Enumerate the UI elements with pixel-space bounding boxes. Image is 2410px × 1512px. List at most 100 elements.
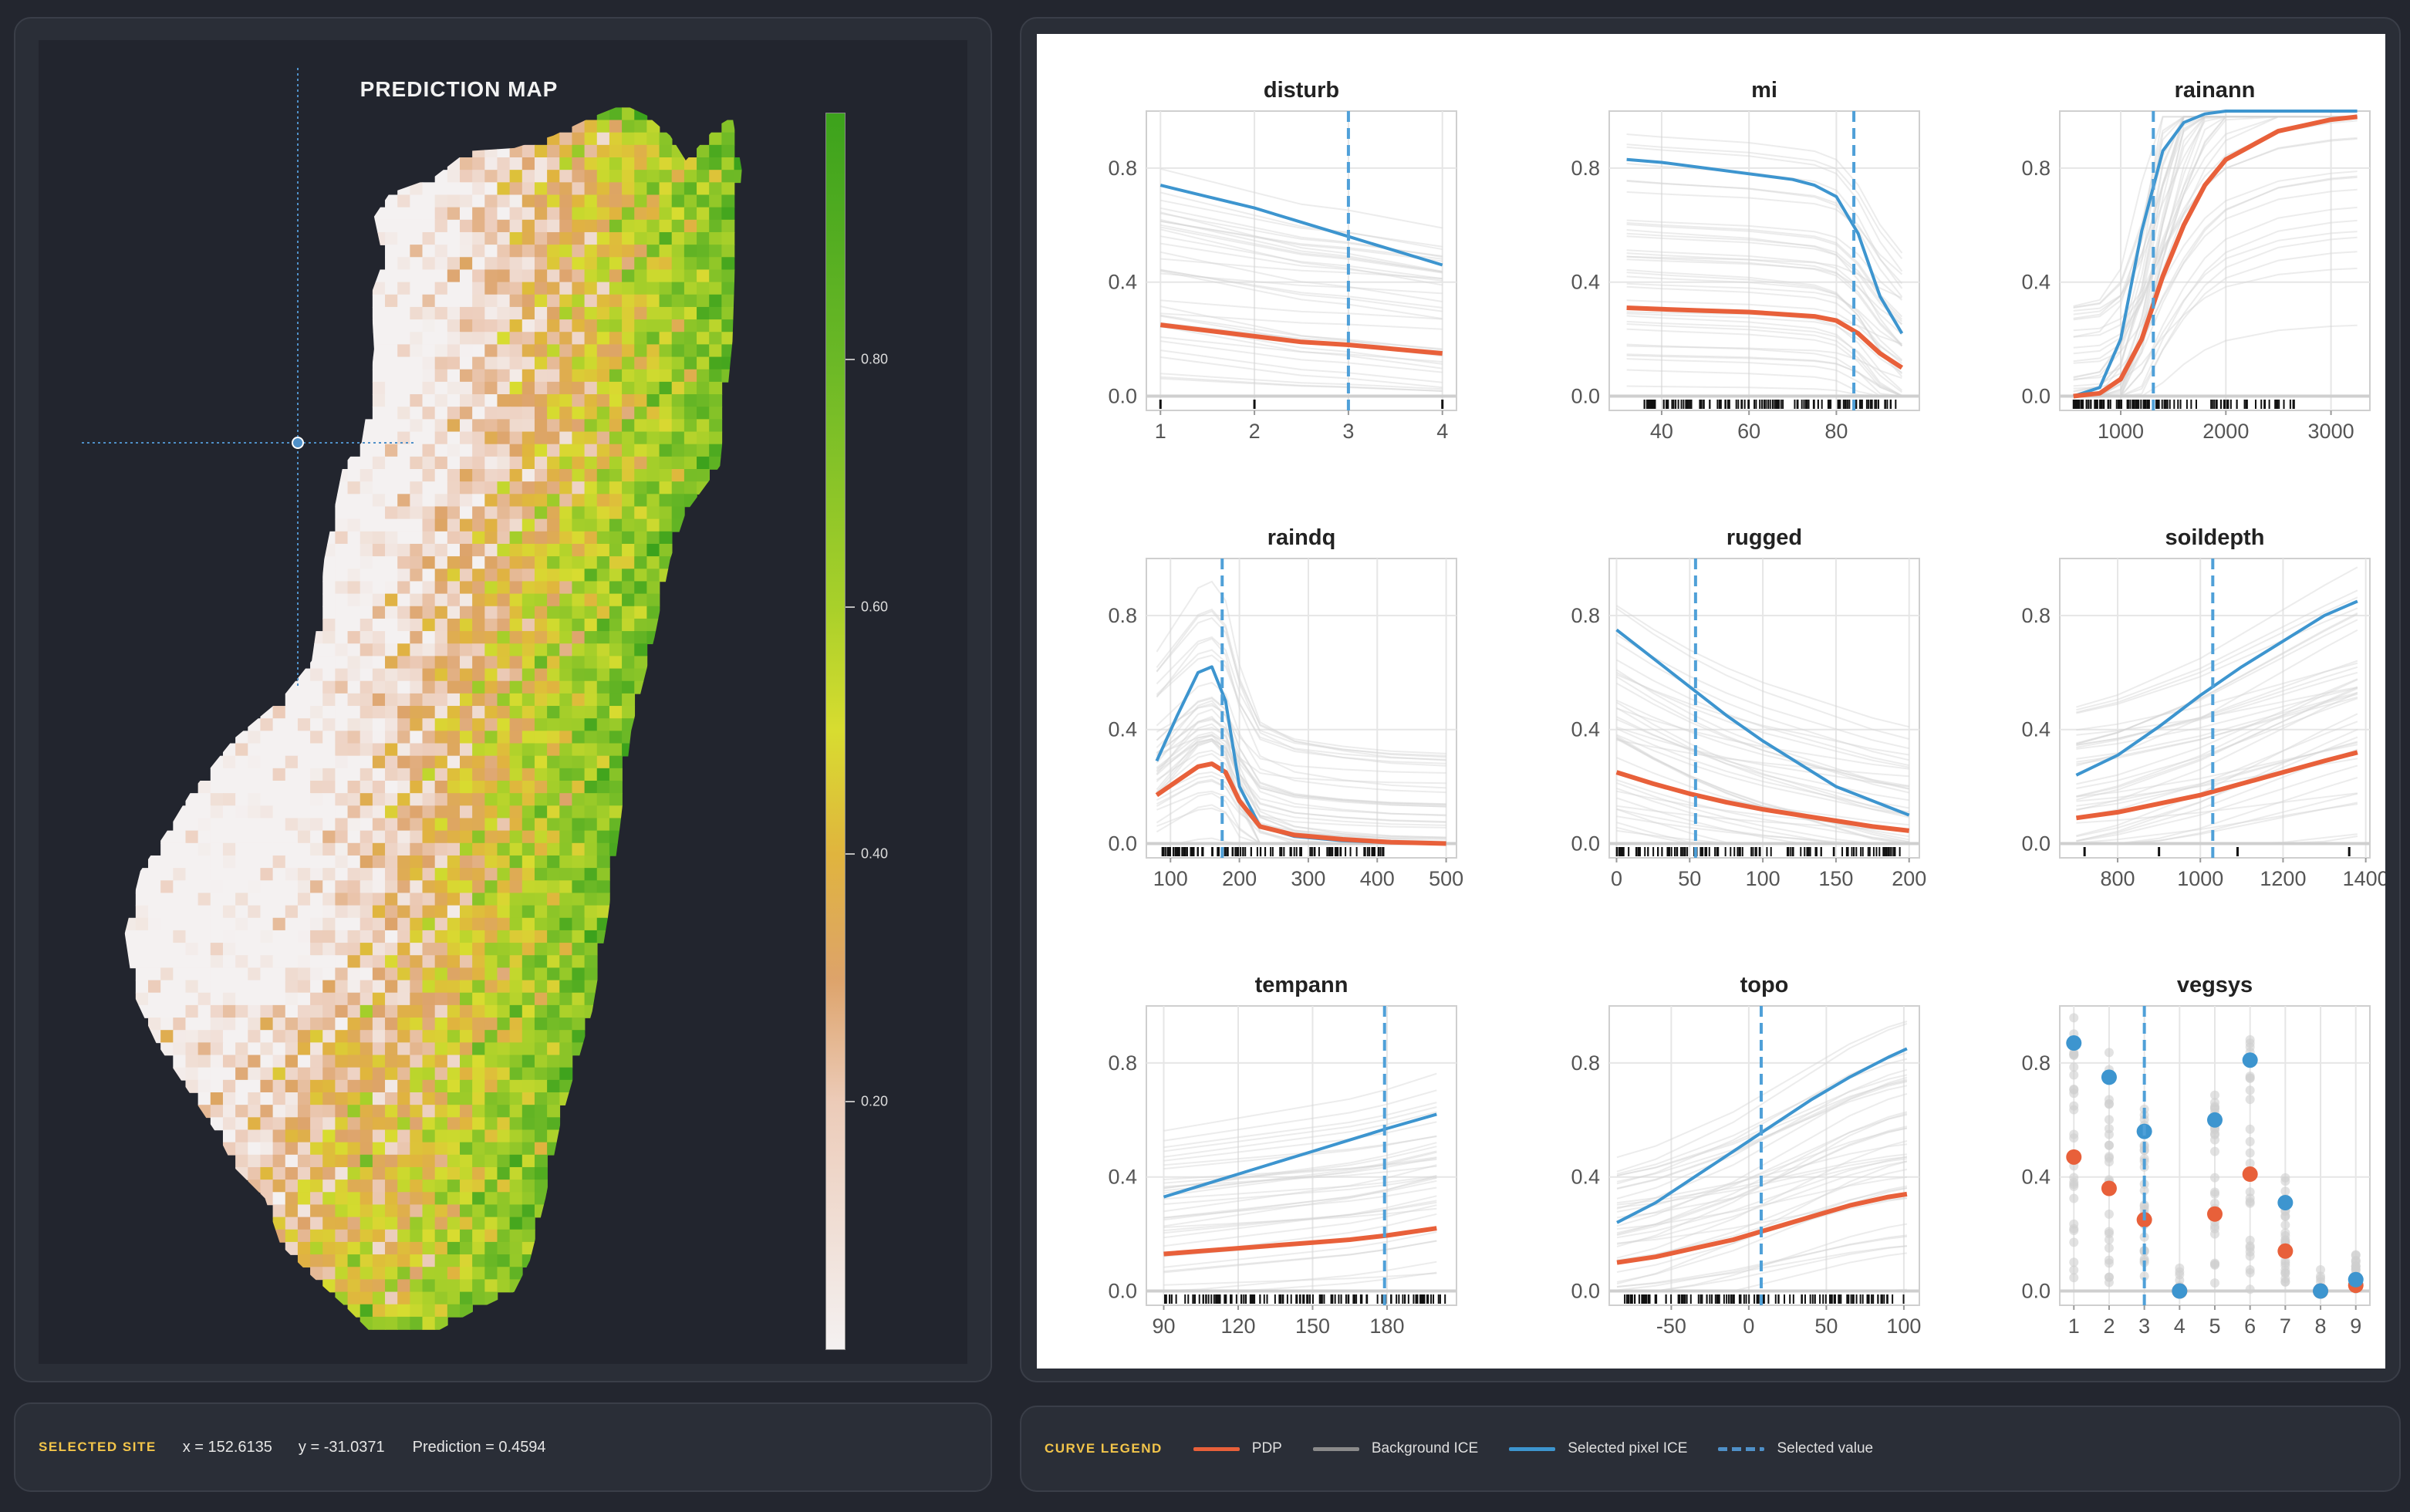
x-tick-label: 0 <box>1743 1315 1754 1338</box>
pdp-plot-tempann: tempann 0.0 0.4 0.8 90 120 150 180 <box>1108 973 1457 1338</box>
background-ice-point <box>2245 1247 2255 1257</box>
x-tick-label: 3 <box>2138 1315 2150 1338</box>
background-ice-point <box>2280 1176 2290 1186</box>
pdp-point <box>2207 1206 2223 1222</box>
x-tick-label: 6 <box>2244 1315 2256 1338</box>
x-tick-label: 90 <box>1152 1315 1175 1338</box>
x-tick-label: -50 <box>1656 1315 1686 1338</box>
background-ice-point <box>2175 1263 2185 1273</box>
background-ice-point <box>2245 1235 2255 1245</box>
selected-ice-point <box>2172 1283 2188 1299</box>
pdp-plot-mi: mi 0.0 0.4 0.8 40 60 80 <box>1571 78 1920 443</box>
background-ice-point <box>2069 1088 2079 1099</box>
legend-label: Selected value <box>1777 1440 1874 1456</box>
background-ice-point <box>2245 1095 2255 1105</box>
background-ice-point <box>2104 1157 2114 1167</box>
y-tick-label: 0.0 <box>1108 832 1137 856</box>
background-ice-point <box>2210 1146 2219 1156</box>
legend-label: Background ICE <box>1371 1440 1479 1456</box>
plot-title: soildepth <box>2165 525 2265 550</box>
x-tick-label: 2000 <box>2202 420 2249 443</box>
legend-item-pdp: PDP <box>1193 1440 1282 1457</box>
x-tick-label: 800 <box>2101 867 2135 890</box>
y-tick-label: 0.8 <box>2021 157 2051 180</box>
background-ice-point <box>2210 1229 2219 1239</box>
y-tick-label: 0.4 <box>1571 271 1600 294</box>
legend-item-selected-ice: Selected pixel ICE <box>1509 1440 1687 1457</box>
selected-site-panel: SELECTED SITE x = 152.6135 y = -31.0371 … <box>14 1402 992 1492</box>
site-y-value: y = -31.0371 <box>298 1438 385 1456</box>
x-tick-label: 2 <box>2103 1315 2115 1338</box>
x-tick-label: 1400 <box>2343 867 2385 890</box>
plot-title: mi <box>1751 78 1777 103</box>
background-ice-point <box>2104 1115 2114 1125</box>
background-ice-point <box>2351 1261 2361 1271</box>
background-ice-point <box>2069 1105 2079 1115</box>
selected-ice-point <box>2101 1069 2117 1085</box>
x-tick-label: 3 <box>1342 420 1354 443</box>
y-tick-label: 0.0 <box>1108 385 1137 408</box>
pdp-swatch <box>1193 1446 1240 1451</box>
colorbar-tick-label: 0.40 <box>861 845 889 862</box>
x-tick-label: 150 <box>1818 867 1853 890</box>
x-tick-label: 5 <box>2209 1315 2220 1338</box>
x-tick-label: 40 <box>1650 420 1673 443</box>
x-tick-label: 1000 <box>2177 867 2223 890</box>
background-ice-point <box>2069 1257 2079 1267</box>
legend-label: Selected pixel ICE <box>1568 1440 1688 1456</box>
x-tick-label: 7 <box>2280 1315 2291 1338</box>
y-tick-label: 0.4 <box>2021 718 2051 741</box>
x-tick-label: 9 <box>2350 1315 2361 1338</box>
x-tick-label: 200 <box>1222 867 1257 890</box>
x-tick-label: 100 <box>1886 1315 1921 1338</box>
background-ice-point <box>2316 1271 2326 1281</box>
colorbar-tick <box>846 1100 855 1102</box>
colorbar-tick-label: 0.20 <box>861 1093 889 1109</box>
plot-title: topo <box>1740 973 1789 997</box>
background-ice-point <box>2104 1227 2114 1237</box>
background-ice-point <box>2069 1133 2079 1143</box>
legend-label: PDP <box>1251 1440 1282 1456</box>
background-ice-point <box>2104 1129 2114 1139</box>
selected-ice-point <box>2313 1283 2329 1299</box>
map-shape <box>124 107 742 1330</box>
y-tick-label: 0.4 <box>1571 718 1600 741</box>
pdp-point <box>2066 1149 2082 1165</box>
site-prediction-value: Prediction = 0.4594 <box>412 1438 546 1456</box>
selected-site-marker <box>292 437 304 449</box>
x-tick-label: 80 <box>1824 420 1848 443</box>
x-tick-label: 200 <box>1892 867 1926 890</box>
x-tick-label: 50 <box>1814 1315 1838 1338</box>
y-tick-label: 0.8 <box>2021 604 2051 627</box>
background-ice-point <box>2104 1048 2114 1058</box>
colorbar-tick-label: 0.60 <box>861 599 889 615</box>
y-tick-label: 0.8 <box>1108 1051 1137 1075</box>
colorbar-tick <box>846 359 855 361</box>
dependence-plots-grid: disturb0.00.40.81 2 3 4mi0.00.40.840 60 80rai… <box>1108 78 2388 1338</box>
background-ice-point <box>2210 1102 2219 1112</box>
site-x-value: x = 152.6135 <box>182 1438 272 1456</box>
colorbar <box>825 113 846 1350</box>
y-tick-label: 0.8 <box>1571 1051 1600 1075</box>
y-tick-label: 0.8 <box>1571 604 1600 627</box>
plot-title: vegsys <box>2177 973 2253 997</box>
pdp-point <box>2242 1166 2258 1183</box>
y-tick-label: 0.8 <box>1108 157 1137 180</box>
plot-title: raindq <box>1267 525 1336 550</box>
background-ice-point <box>2069 1070 2079 1080</box>
background-ice-swatch <box>1312 1446 1359 1451</box>
y-tick-label: 0.0 <box>1571 1280 1600 1303</box>
pdp-point <box>2101 1180 2117 1196</box>
background-ice-point <box>2280 1277 2290 1287</box>
pdp-plot-rainann: rainann 0.0 0.4 0.8 1000 2000 3000 <box>2021 78 2371 443</box>
background-ice-point <box>2069 1193 2079 1203</box>
pdp-point <box>2277 1243 2294 1259</box>
background-ice-point <box>2245 1148 2255 1158</box>
y-tick-label: 0.0 <box>1571 385 1600 408</box>
prediction-map-area[interactable]: PREDICTION MAP 0.80 0.60 0.40 0.20 <box>39 40 967 1364</box>
selected-site-tag: SELECTED SITE <box>39 1439 157 1454</box>
curve-legend-tag: CURVE LEGEND <box>1045 1441 1163 1456</box>
dependence-plots-panel: disturb 0.0 0.4 0.8 1 2 3 4 mi 0.0 0.4 0.8 40 60 80 rai… <box>1020 17 2401 1382</box>
y-tick-label: 0.4 <box>1571 1166 1600 1189</box>
x-tick-label: 1 <box>2068 1315 2080 1338</box>
